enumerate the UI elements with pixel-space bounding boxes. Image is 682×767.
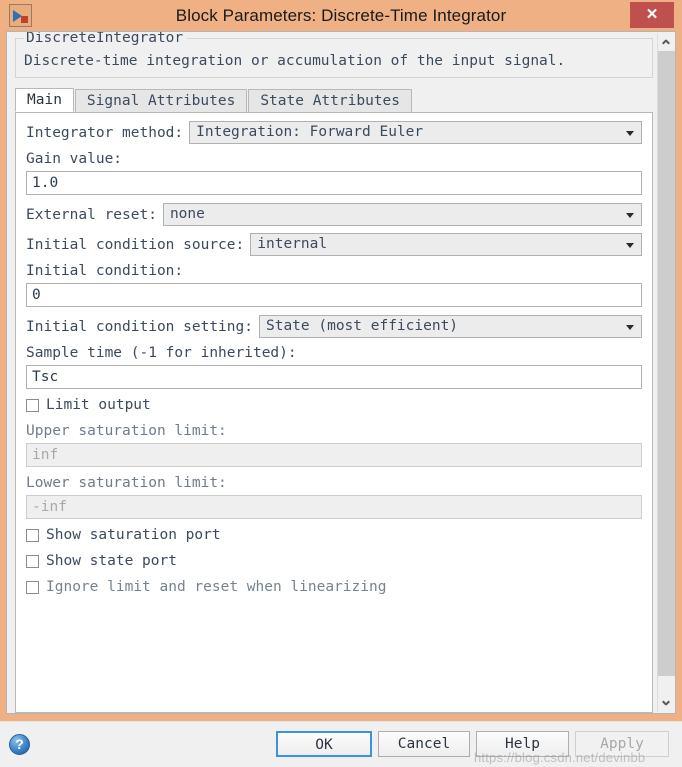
chevron-down-icon <box>626 213 634 218</box>
tab-state-attributes[interactable]: State Attributes <box>248 89 413 112</box>
limit-output-checkbox[interactable] <box>26 398 39 412</box>
integrator-method-row: Integrator method: Integration: Forward … <box>26 121 642 144</box>
chevron-down-icon <box>626 131 634 136</box>
show-state-port-label: Show state port <box>46 553 177 569</box>
initial-condition-setting-value: State (most efficient) <box>265 318 459 334</box>
lower-saturation-limit-label: Lower saturation limit: <box>26 475 227 491</box>
show-state-port-checkbox[interactable] <box>26 554 39 568</box>
title-bar: Block Parameters: Discrete-Time Integrat… <box>0 0 682 31</box>
chevron-up-icon <box>662 39 670 44</box>
tab-bar: Main Signal Attributes State Attributes <box>15 88 653 112</box>
external-reset-select[interactable]: none <box>162 203 642 226</box>
integrator-method-select[interactable]: Integration: Forward Euler <box>189 121 642 144</box>
external-reset-label: External reset: <box>26 206 157 223</box>
dialog-content: DiscreteIntegrator Discrete-time integra… <box>6 31 676 714</box>
block-description-text: Discrete-time integration or accumulatio… <box>24 53 566 69</box>
sample-time-input[interactable]: Tsc <box>26 365 642 389</box>
tab-signal-attributes[interactable]: Signal Attributes <box>74 89 248 112</box>
sample-time-label: Sample time (-1 for inherited): <box>26 345 297 361</box>
initial-condition-source-value: internal <box>257 236 328 252</box>
close-icon[interactable]: ✕ <box>630 2 674 28</box>
integrator-method-label: Integrator method: <box>26 124 184 141</box>
apply-button: Apply <box>575 731 669 757</box>
show-saturation-port-checkbox-row[interactable]: Show saturation port <box>26 527 642 543</box>
initial-condition-input[interactable]: 0 <box>26 283 642 307</box>
chevron-down-icon <box>626 243 634 248</box>
initial-condition-setting-select[interactable]: State (most efficient) <box>258 315 642 338</box>
block-name-legend: DiscreteIntegrator <box>24 32 188 46</box>
scroll-down-button[interactable] <box>658 695 675 712</box>
chevron-down-icon <box>662 701 670 706</box>
initial-condition-source-row: Initial condition source: internal <box>26 233 642 256</box>
initial-condition-setting-row: Initial condition setting: State (most e… <box>26 315 642 338</box>
dialog-button-bar: ? OK Cancel Help Apply https://blog.csdn… <box>0 721 682 767</box>
gain-value-input[interactable]: 1.0 <box>26 171 642 195</box>
ignore-limit-and-reset-checkbox-row[interactable]: Ignore limit and reset when linearizing <box>26 579 642 595</box>
scrollbar-thumb[interactable] <box>658 51 675 676</box>
initial-condition-source-label: Initial condition source: <box>26 236 245 253</box>
gain-value-label: Gain value: <box>26 151 123 167</box>
show-state-port-checkbox-row[interactable]: Show state port <box>26 553 642 569</box>
external-reset-value: none <box>169 206 205 222</box>
tab-main[interactable]: Main <box>15 88 74 112</box>
integrator-method-value: Integration: Forward Euler <box>196 124 424 140</box>
help-button[interactable]: Help <box>476 731 569 757</box>
ok-button[interactable]: OK <box>276 731 372 757</box>
chevron-down-icon <box>626 325 634 330</box>
scroll-up-button[interactable] <box>658 33 675 50</box>
initial-condition-label: Initial condition: <box>26 263 184 279</box>
block-description-group: DiscreteIntegrator Discrete-time integra… <box>15 32 653 78</box>
ignore-limit-and-reset-checkbox[interactable] <box>26 580 39 594</box>
show-saturation-port-checkbox[interactable] <box>26 528 39 542</box>
show-saturation-port-label: Show saturation port <box>46 527 221 543</box>
tab-panel-main: Integrator method: Integration: Forward … <box>15 112 653 713</box>
cancel-button[interactable]: Cancel <box>378 731 470 757</box>
ignore-limit-and-reset-label: Ignore limit and reset when linearizing <box>46 579 387 595</box>
help-info-icon[interactable]: ? <box>9 734 30 755</box>
vertical-scrollbar[interactable] <box>657 33 675 712</box>
limit-output-checkbox-row[interactable]: Limit output <box>26 397 642 413</box>
block-parameters-dialog: Block Parameters: Discrete-Time Integrat… <box>0 0 682 767</box>
window-title: Block Parameters: Discrete-Time Integrat… <box>175 6 507 25</box>
lower-saturation-limit-input: -inf <box>26 495 642 519</box>
upper-saturation-limit-label: Upper saturation limit: <box>26 423 227 439</box>
initial-condition-setting-label: Initial condition setting: <box>26 318 253 335</box>
initial-condition-source-select[interactable]: internal <box>250 233 642 256</box>
external-reset-row: External reset: none <box>26 203 642 226</box>
limit-output-label: Limit output <box>46 397 151 413</box>
upper-saturation-limit-input: inf <box>26 443 642 467</box>
